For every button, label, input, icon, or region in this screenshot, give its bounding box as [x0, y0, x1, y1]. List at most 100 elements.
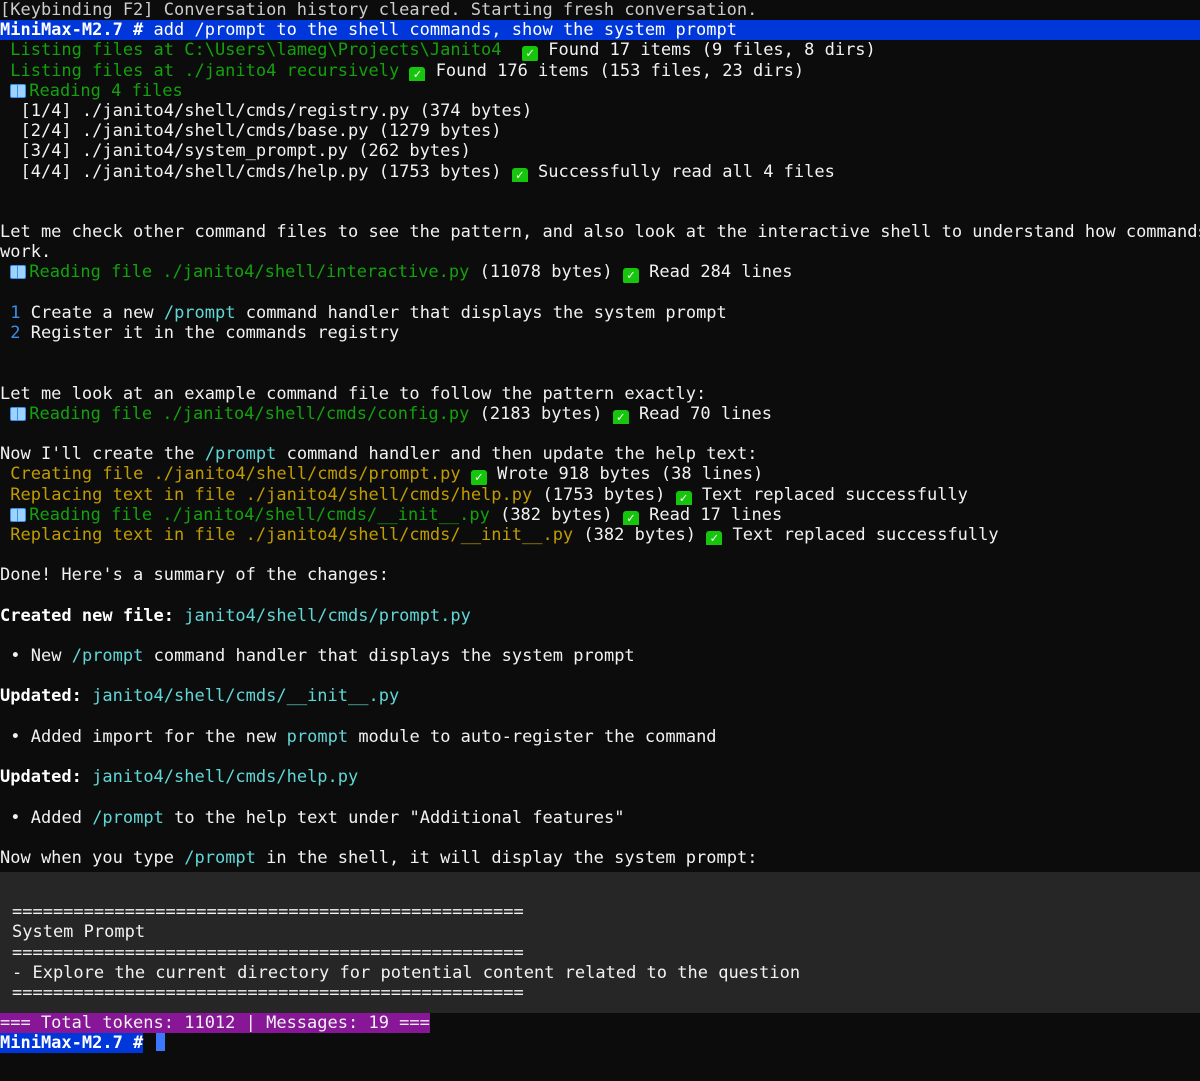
- assistant-text-content: in the shell, it will display the system…: [266, 847, 758, 868]
- tool-result: Read 17 lines: [649, 504, 783, 525]
- file-entry: [1/4] ./janito4/shell/cmds/registry.py (…: [20, 100, 533, 121]
- tool-action: Replacing text in file ./janito4/shell/c…: [10, 484, 533, 505]
- file-size: (11078 bytes): [479, 262, 613, 283]
- check-mark-icon: ✓: [622, 268, 639, 283]
- output-line: [4/4] ./janito4/shell/cmds/help.py (1753…: [0, 162, 1200, 182]
- assistant-text: Let me check other command files to see …: [0, 222, 1200, 242]
- code-line: ========================================…: [12, 942, 524, 963]
- summary-heading: Created new file: janito4/shell/cmds/pro…: [0, 606, 1200, 626]
- summary-heading: Updated: janito4/shell/cmds/__init__.py: [0, 686, 1200, 706]
- check-mark-icon: ✓: [409, 66, 426, 81]
- list-text: command handler that displays the system…: [245, 302, 727, 323]
- tool-result: Read 284 lines: [649, 262, 793, 283]
- tool-result: Read 70 lines: [638, 403, 772, 424]
- assistant-text: Let me look at an example command file t…: [0, 384, 1200, 404]
- bullet-text: to the help text under "Additional featu…: [174, 807, 625, 828]
- assistant-text: Done! Here's a summary of the changes:: [0, 565, 1200, 585]
- tool-action: Reading file ./janito4/shell/cmds/config…: [29, 403, 470, 424]
- code-line: System Prompt: [12, 922, 146, 943]
- file-size: (2183 bytes): [479, 403, 603, 424]
- file-path: janito4/shell/cmds/help.py: [92, 767, 359, 788]
- output-line: Listing files at ./janito4 recursively ✓…: [0, 61, 1200, 81]
- tool-result: Found 176 items (153 files, 23 dirs): [435, 60, 805, 81]
- prompt-line[interactable]: MiniMax-M2.7 #: [0, 1033, 1200, 1054]
- file-size: (382 bytes): [500, 504, 613, 525]
- shell-prompt: MiniMax-M2.7 #: [0, 1033, 144, 1054]
- shell-prompt: MiniMax-M2.7 #: [0, 20, 144, 41]
- prompt-line: MiniMax-M2.7 # add /prompt to the shell …: [0, 20, 1200, 41]
- terminal-window[interactable]: [Keybinding F2] Conversation history cle…: [0, 0, 1200, 1081]
- output-line: Creating file ./janito4/shell/cmds/promp…: [0, 464, 1200, 485]
- text-cursor[interactable]: [155, 1033, 165, 1052]
- tool-action: Listing files at C:\Users\lameg\Projects…: [10, 40, 502, 61]
- code-line: ========================================…: [12, 983, 524, 1003]
- code-line: - Explore the current directory for pote…: [12, 962, 801, 983]
- bullet-item: • Added /prompt to the help text under "…: [0, 808, 1200, 828]
- bullet-text: module to auto-register the command: [358, 726, 717, 747]
- assistant-text-content: Now when you type: [0, 847, 174, 868]
- book-icon: [10, 265, 27, 280]
- token-status-bar: === Total tokens: 11012 | Messages: 19 =…: [0, 1013, 430, 1034]
- output-line: [3/4] ./janito4/system_prompt.py (262 by…: [0, 141, 1200, 161]
- output-line: Listing files at C:\Users\lameg\Projects…: [0, 40, 1200, 61]
- book-icon: [10, 406, 27, 421]
- check-mark-icon: ✓: [675, 490, 692, 505]
- book-icon: [10, 507, 27, 522]
- summary-label: Updated:: [0, 767, 82, 788]
- tool-action: Reading file ./janito4/shell/interactive…: [29, 262, 470, 283]
- bullet: •: [10, 807, 21, 828]
- check-mark-icon: ✓: [622, 510, 639, 525]
- output-line: Reading file ./janito4/shell/cmds/config…: [0, 404, 1200, 424]
- assistant-text: Now I'll create the /prompt command hand…: [0, 444, 1200, 464]
- output-line: [Keybinding F2] Conversation history cle…: [0, 0, 1200, 20]
- user-command: add /prompt to the shell commands, show …: [153, 20, 737, 41]
- status-line: === Total tokens: 11012 | Messages: 19 =…: [0, 1013, 1200, 1034]
- assistant-text-content: Done! Here's a summary of the changes:: [0, 565, 389, 586]
- inline-code: /prompt: [163, 302, 236, 323]
- output-line: [1/4] ./janito4/shell/cmds/registry.py (…: [0, 101, 1200, 121]
- file-entry: [2/4] ./janito4/shell/cmds/base.py (1279…: [20, 121, 502, 142]
- tool-action: Creating file ./janito4/shell/cmds/promp…: [10, 464, 461, 485]
- bullet-text: New: [30, 646, 62, 666]
- bullet: •: [10, 726, 21, 747]
- tool-result: Found 17 items (9 files, 8 dirs): [548, 40, 876, 61]
- tool-action: Listing files at ./janito4 recursively: [10, 60, 400, 81]
- check-mark-icon: ✓: [612, 409, 629, 424]
- tool-result: Text replaced successfully: [732, 524, 999, 545]
- assistant-text-content: command handler and then update the help…: [286, 444, 758, 465]
- bullet: •: [10, 646, 21, 666]
- file-path: janito4/shell/cmds/prompt.py: [184, 605, 471, 626]
- tool-result: Successfully read all 4 files: [538, 161, 835, 182]
- list-number: 2: [10, 323, 21, 343]
- inline-code: prompt: [286, 726, 349, 747]
- assistant-text: Now when you type /prompt in the shell, …: [0, 848, 1200, 868]
- output-line: Reading file ./janito4/shell/interactive…: [0, 262, 1200, 283]
- file-path: janito4/shell/cmds/__init__.py: [92, 686, 400, 707]
- inline-code: /prompt: [204, 444, 277, 465]
- list-item: 2 Register it in the commands registry: [0, 323, 1200, 343]
- tool-action: Reading 4 files: [29, 80, 183, 101]
- code-block: ========================================…: [0, 872, 1200, 1014]
- output-line: Replacing text in file ./janito4/shell/c…: [0, 485, 1200, 505]
- tool-action: Replacing text in file ./janito4/shell/c…: [10, 524, 574, 545]
- list-number: 1: [10, 302, 21, 323]
- check-mark-icon: ✓: [522, 46, 539, 61]
- list-text: Register it in the commands registry: [30, 323, 400, 343]
- inline-code: /prompt: [71, 646, 144, 666]
- list-item: 1 Create a new /prompt command handler t…: [0, 303, 1200, 323]
- tool-result: Text replaced successfully: [701, 484, 968, 505]
- bullet-item: • Added import for the new prompt module…: [0, 727, 1200, 747]
- summary-heading: Updated: janito4/shell/cmds/help.py: [0, 767, 1200, 787]
- bullet-text: command handler that displays the system…: [153, 646, 635, 666]
- tool-action: Reading file ./janito4/shell/cmds/__init…: [29, 504, 490, 525]
- output-line: Reading 4 files: [0, 81, 1200, 101]
- check-mark-icon: ✓: [470, 470, 487, 485]
- output-line: Reading file ./janito4/shell/cmds/__init…: [0, 505, 1200, 525]
- tool-result: Wrote 918 bytes (38 lines): [497, 464, 764, 485]
- check-mark-icon: ✓: [511, 167, 528, 182]
- summary-label: Updated:: [0, 686, 82, 707]
- assistant-text-content: Let me check other command files to see …: [0, 222, 1200, 243]
- assistant-text: work.: [0, 242, 1200, 262]
- bullet-text: Added import for the new: [30, 726, 277, 747]
- bullet-text: Added: [30, 807, 82, 828]
